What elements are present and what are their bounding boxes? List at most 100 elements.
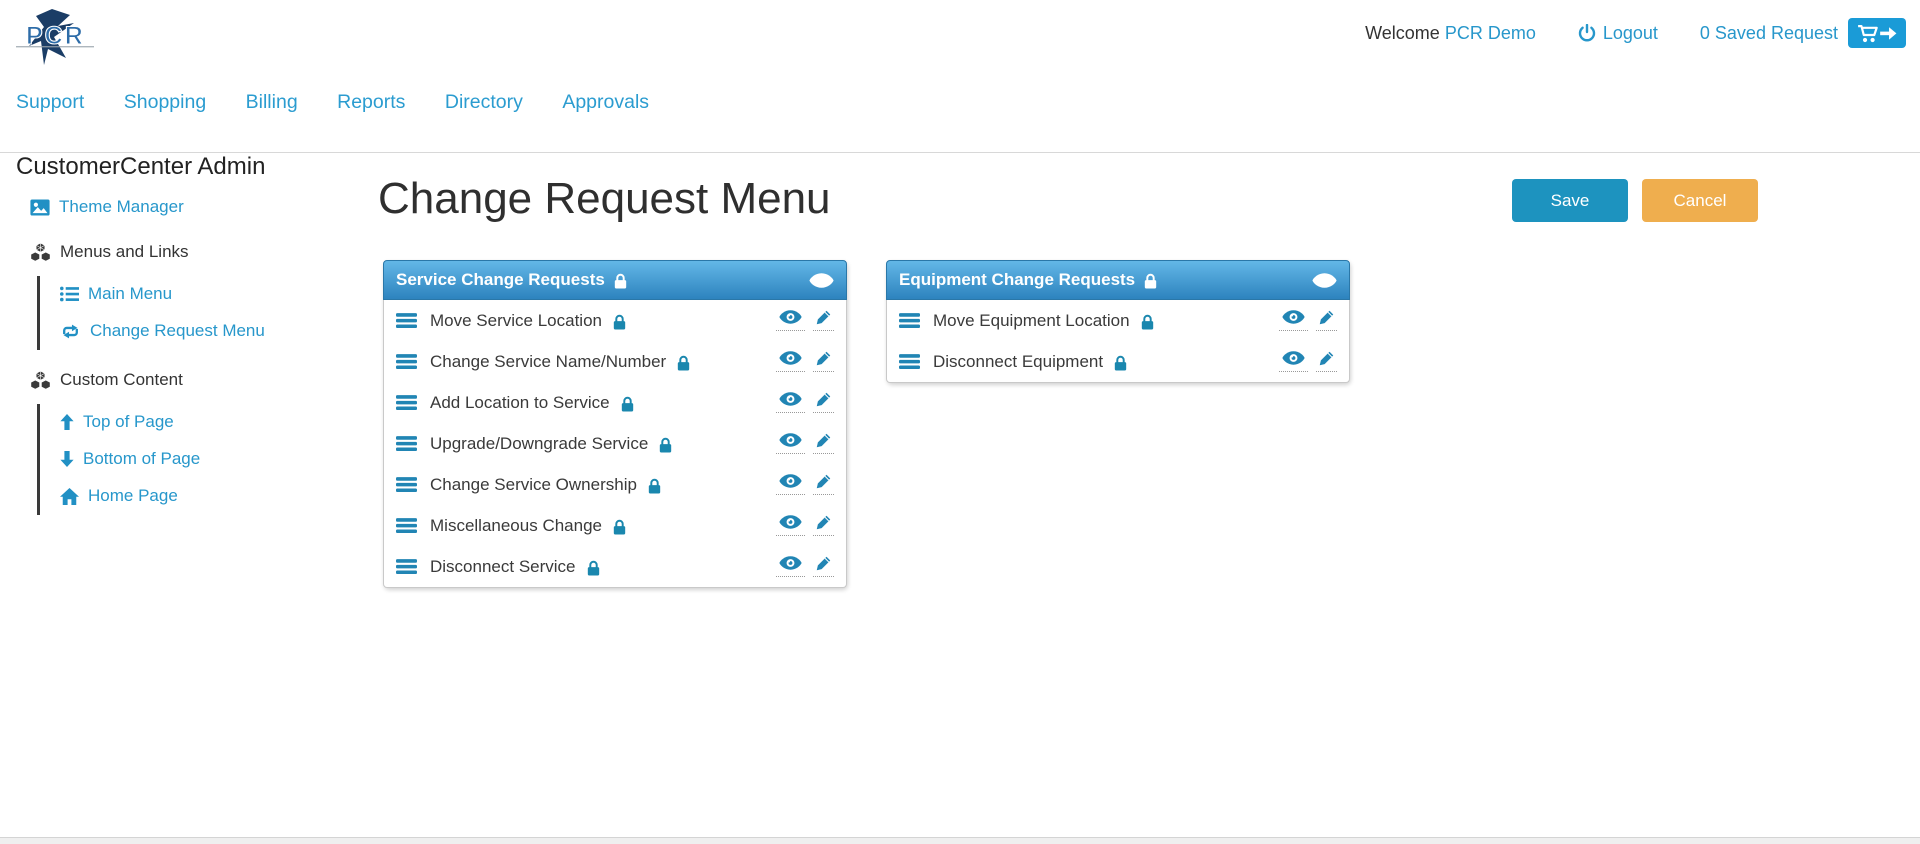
nav-reports[interactable]: Reports xyxy=(337,91,405,114)
sidebar-item-label: Bottom of Page xyxy=(83,449,200,469)
view-toggle[interactable] xyxy=(776,392,805,413)
pencil-icon xyxy=(816,351,831,366)
eye-icon xyxy=(809,273,834,288)
drag-handle-icon[interactable] xyxy=(396,558,417,575)
lock-icon xyxy=(1141,314,1154,330)
saved-requests-link[interactable]: 0 Saved Request xyxy=(1700,23,1838,44)
drag-handle-icon[interactable] xyxy=(396,312,417,329)
save-button[interactable]: Save xyxy=(1512,179,1628,222)
lock-icon xyxy=(613,314,626,330)
menu-item-row: Change Service Ownership xyxy=(384,464,846,505)
sidebar-item-theme-manager[interactable]: Theme Manager xyxy=(16,197,361,217)
view-toggle[interactable] xyxy=(1279,310,1308,331)
edit-button[interactable] xyxy=(813,351,834,372)
panel-visibility-toggle[interactable] xyxy=(1312,273,1337,288)
logout-button[interactable]: Logout xyxy=(1578,23,1658,44)
pencil-icon xyxy=(816,474,831,489)
nav-support[interactable]: Support xyxy=(16,91,84,114)
cart-arrow-icon xyxy=(1857,23,1897,44)
menu-item-label: Change Service Ownership xyxy=(430,475,637,495)
retweet-icon xyxy=(60,324,81,339)
edit-button[interactable] xyxy=(813,515,834,536)
lock-icon xyxy=(621,396,634,412)
eye-icon xyxy=(779,433,802,447)
sidebar-item-label: Top of Page xyxy=(83,412,174,432)
welcome-label: Welcome xyxy=(1365,23,1440,43)
drag-handle-icon[interactable] xyxy=(396,476,417,493)
edit-button[interactable] xyxy=(813,433,834,454)
drag-handle-icon[interactable] xyxy=(396,435,417,452)
cubes-icon xyxy=(30,371,51,390)
panel-visibility-toggle[interactable] xyxy=(809,273,834,288)
sidebar-item-label: Main Menu xyxy=(88,284,172,304)
sidebar-item-change-request-menu[interactable]: Change Request Menu xyxy=(60,313,361,350)
sidebar-item-top-of-page[interactable]: Top of Page xyxy=(60,404,361,441)
cubes-icon xyxy=(30,243,51,262)
eye-icon xyxy=(1312,273,1337,288)
nav-billing[interactable]: Billing xyxy=(246,91,298,114)
sidebar-item-label: Theme Manager xyxy=(59,197,184,217)
panel-title: Equipment Change Requests xyxy=(899,270,1135,290)
view-toggle[interactable] xyxy=(776,433,805,454)
sidebar-item-main-menu[interactable]: Main Menu xyxy=(60,276,361,313)
logo-rule xyxy=(16,46,94,47)
lock-icon xyxy=(659,437,672,453)
sidebar-item-label: Home Page xyxy=(88,486,178,506)
lock-icon xyxy=(677,355,690,371)
arrow-up-icon xyxy=(60,414,74,430)
pencil-icon xyxy=(1319,310,1334,325)
logout-label: Logout xyxy=(1603,23,1658,44)
view-toggle[interactable] xyxy=(776,556,805,577)
pcr-logo[interactable]: PCR xyxy=(14,8,98,66)
sidebar-item-bottom-of-page[interactable]: Bottom of Page xyxy=(60,441,361,478)
menu-item-label: Disconnect Service xyxy=(430,557,576,577)
edit-button[interactable] xyxy=(813,310,834,331)
username-link[interactable]: PCR Demo xyxy=(1445,23,1536,43)
view-toggle[interactable] xyxy=(1279,351,1308,372)
view-toggle[interactable] xyxy=(776,474,805,495)
sidebar-item-home-page[interactable]: Home Page xyxy=(60,478,361,515)
page-actions: Save Cancel xyxy=(1512,179,1758,222)
edit-button[interactable] xyxy=(1316,351,1337,372)
menu-item-row: Disconnect Service xyxy=(384,546,846,587)
lock-icon xyxy=(613,519,626,535)
edit-button[interactable] xyxy=(813,556,834,577)
edit-button[interactable] xyxy=(813,392,834,413)
pencil-icon xyxy=(816,433,831,448)
drag-handle-icon[interactable] xyxy=(396,353,417,370)
lock-icon xyxy=(1144,273,1157,289)
power-icon xyxy=(1578,24,1596,42)
equipment-change-requests-panel: Equipment Change Requests Move Equipment… xyxy=(886,260,1350,383)
welcome-text: Welcome PCR Demo xyxy=(1365,23,1536,44)
service-change-requests-panel: Service Change Requests Move Service Loc… xyxy=(383,260,847,588)
eye-icon xyxy=(779,351,802,365)
drag-handle-icon[interactable] xyxy=(899,353,920,370)
pencil-icon xyxy=(816,392,831,407)
footer-edge xyxy=(0,837,1920,844)
edit-button[interactable] xyxy=(813,474,834,495)
panel-body: Move Equipment Location Disconnect Equip… xyxy=(886,300,1350,383)
menu-item-row: Move Equipment Location xyxy=(887,300,1349,341)
panel-title: Service Change Requests xyxy=(396,270,605,290)
saved-requests-cart-button[interactable] xyxy=(1848,18,1906,48)
menu-item-label: Move Service Location xyxy=(430,311,602,331)
drag-handle-icon[interactable] xyxy=(396,394,417,411)
menu-item-row: Upgrade/Downgrade Service xyxy=(384,423,846,464)
menu-item-row: Miscellaneous Change xyxy=(384,505,846,546)
lock-icon xyxy=(648,478,661,494)
menu-item-label: Upgrade/Downgrade Service xyxy=(430,434,648,454)
view-toggle[interactable] xyxy=(776,351,805,372)
nav-approvals[interactable]: Approvals xyxy=(562,91,649,114)
drag-handle-icon[interactable] xyxy=(899,312,920,329)
nav-directory[interactable]: Directory xyxy=(445,91,523,114)
view-toggle[interactable] xyxy=(776,310,805,331)
nav-shopping[interactable]: Shopping xyxy=(124,91,206,114)
eye-icon xyxy=(779,392,802,406)
drag-handle-icon[interactable] xyxy=(396,517,417,534)
edit-button[interactable] xyxy=(1316,310,1337,331)
eye-icon xyxy=(1282,351,1305,365)
menu-item-label: Change Service Name/Number xyxy=(430,352,666,372)
view-toggle[interactable] xyxy=(776,515,805,536)
cancel-button[interactable]: Cancel xyxy=(1642,179,1758,222)
sidebar-group-label: Custom Content xyxy=(60,370,183,390)
